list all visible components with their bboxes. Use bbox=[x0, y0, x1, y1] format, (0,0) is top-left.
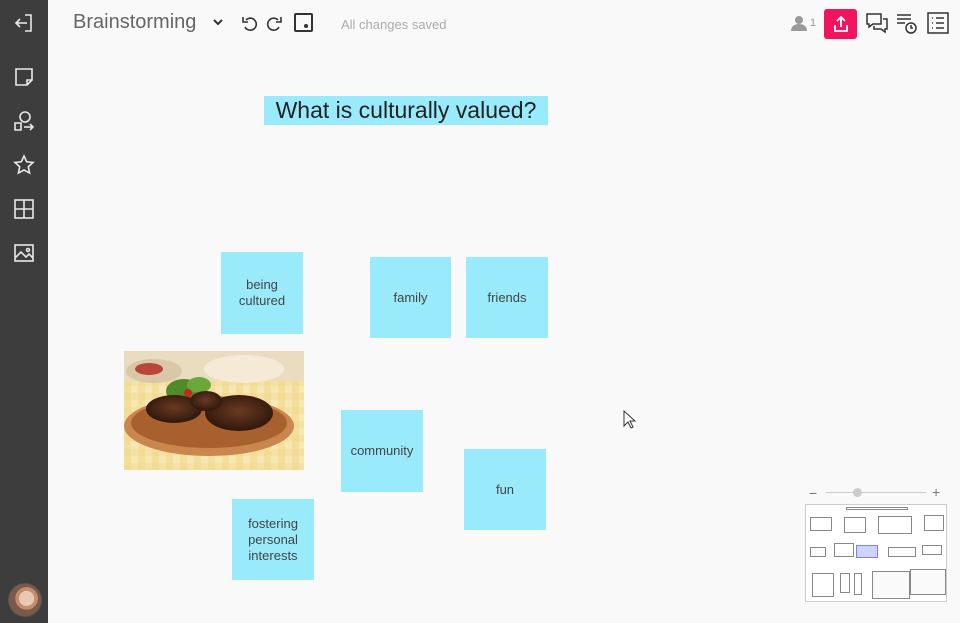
shapes-icon[interactable] bbox=[11, 108, 37, 134]
redo-icon[interactable] bbox=[265, 14, 283, 32]
minimap-item bbox=[810, 547, 826, 557]
outline-list-icon[interactable] bbox=[925, 10, 951, 36]
minimap-item bbox=[810, 517, 832, 531]
minimap-item bbox=[840, 573, 850, 593]
note-text: friends bbox=[487, 289, 527, 305]
star-icon[interactable] bbox=[11, 152, 37, 178]
collaborator-count: 1 bbox=[810, 17, 817, 29]
sticky-note[interactable]: community bbox=[341, 410, 423, 492]
image-icon[interactable] bbox=[11, 240, 37, 266]
minimap-item bbox=[888, 547, 916, 557]
minimap-item bbox=[910, 569, 946, 595]
board-title[interactable]: Brainstorming bbox=[73, 11, 196, 34]
share-button[interactable] bbox=[824, 9, 857, 39]
history-icon[interactable] bbox=[894, 10, 920, 36]
minimap-item bbox=[922, 545, 942, 555]
exit-board-icon[interactable] bbox=[11, 10, 37, 36]
note-text: community bbox=[350, 443, 414, 458]
note-text: fun bbox=[495, 481, 515, 497]
sticky-note[interactable]: friends bbox=[466, 257, 548, 338]
save-status: All changes saved bbox=[341, 17, 447, 32]
zoom-out-button[interactable]: − bbox=[809, 485, 817, 501]
undo-icon[interactable] bbox=[241, 14, 259, 32]
zoom-in-button[interactable]: + bbox=[932, 484, 940, 500]
note-text: family bbox=[393, 289, 428, 305]
sticky-note-icon[interactable] bbox=[11, 64, 37, 90]
minimap-item bbox=[854, 573, 862, 595]
minimap-item bbox=[846, 507, 908, 510]
note-text: fostering personal interests bbox=[248, 515, 298, 563]
left-toolbar bbox=[0, 0, 48, 623]
minimap[interactable] bbox=[805, 504, 947, 602]
sticky-note[interactable]: being cultured bbox=[221, 252, 303, 334]
minimap-viewport-marker bbox=[856, 545, 878, 558]
share-icon bbox=[833, 15, 848, 32]
minimap-item bbox=[844, 517, 866, 533]
minimap-item bbox=[834, 543, 854, 557]
comments-icon[interactable] bbox=[864, 10, 890, 36]
zoom-slider-track[interactable] bbox=[826, 492, 926, 493]
minimap-item bbox=[812, 573, 834, 597]
frame-icon[interactable] bbox=[294, 13, 313, 32]
chevron-down-icon[interactable] bbox=[211, 15, 225, 29]
zoom-slider-handle[interactable] bbox=[853, 488, 862, 497]
sticky-note[interactable]: fun bbox=[464, 449, 546, 530]
note-text: being cultured bbox=[238, 277, 286, 308]
board-heading[interactable]: What is culturally valued? bbox=[264, 96, 548, 125]
grid-icon[interactable] bbox=[11, 196, 37, 222]
user-avatar[interactable] bbox=[8, 583, 42, 617]
user-icon bbox=[791, 16, 807, 31]
sticky-note[interactable]: family bbox=[370, 257, 451, 338]
collaborators-indicator[interactable]: 1 bbox=[790, 14, 816, 32]
sticky-note[interactable]: fostering personal interests bbox=[232, 499, 314, 580]
minimap-item bbox=[924, 515, 944, 531]
mouse-pointer-icon bbox=[623, 410, 637, 429]
minimap-item bbox=[872, 571, 910, 599]
minimap-item bbox=[878, 516, 912, 534]
food-photo[interactable] bbox=[124, 351, 304, 470]
